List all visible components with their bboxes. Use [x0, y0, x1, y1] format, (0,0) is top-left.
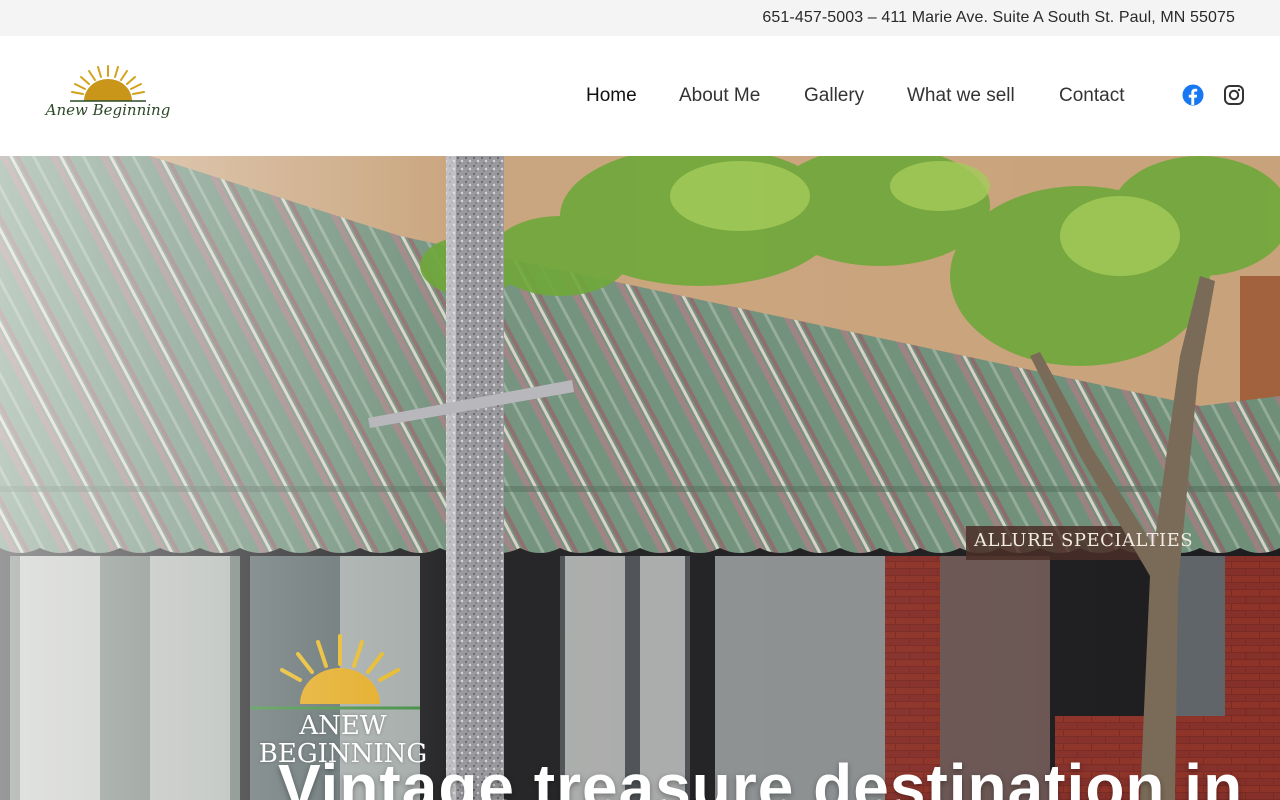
sun-logo-icon [70, 65, 146, 102]
facebook-link[interactable] [1182, 84, 1204, 106]
contact-info: 651-457-5003 – 411 Marie Ave. Suite A So… [762, 9, 1235, 26]
hero-title: Vintage treasure destination in [278, 751, 1244, 800]
store-sign-text: ALLURE SPECIALTIES [974, 530, 1194, 551]
storefront-photo [0, 156, 1280, 800]
site-header: Anew Beginning Home About Me Gallery Wha… [0, 36, 1280, 156]
nav-gallery[interactable]: Gallery [804, 84, 864, 108]
nav-home[interactable]: Home [586, 84, 637, 108]
hero-banner: ALLURE SPECIALTIES ANEW BEGINNING Vintag… [0, 156, 1280, 800]
nav-about-me[interactable]: About Me [679, 84, 760, 108]
instagram-link[interactable] [1223, 84, 1245, 106]
site-logo[interactable]: Anew Beginning [40, 64, 176, 130]
instagram-icon [1224, 85, 1244, 105]
nav-contact[interactable]: Contact [1059, 84, 1124, 108]
facebook-icon [1182, 84, 1204, 106]
logo-text: Anew Beginning [45, 101, 171, 119]
top-contact-bar: 651-457-5003 – 411 Marie Ave. Suite A So… [0, 0, 1280, 36]
nav-what-we-sell[interactable]: What we sell [907, 84, 1015, 108]
